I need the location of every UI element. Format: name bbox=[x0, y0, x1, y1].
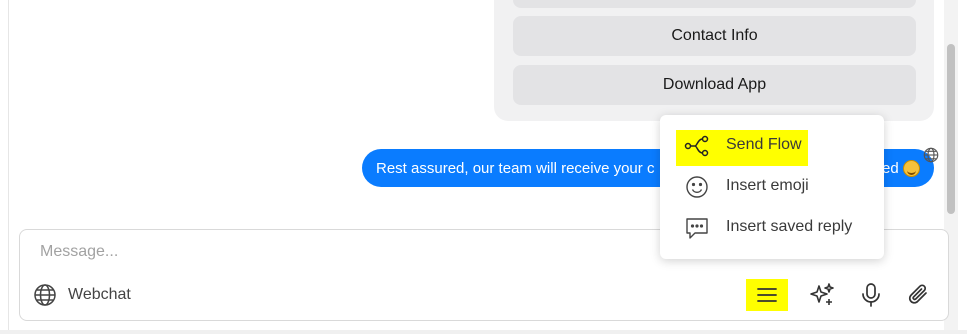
quick-reply-button[interactable] bbox=[513, 0, 916, 8]
message-channel-globe-icon bbox=[923, 147, 939, 163]
flow-icon bbox=[684, 135, 709, 157]
chat-scrollbar-thumb[interactable] bbox=[947, 44, 955, 214]
menu-item-label: Insert emoji bbox=[726, 177, 809, 194]
menu-item-insert-saved-reply[interactable]: Insert saved reply bbox=[660, 209, 884, 245]
quick-reply-contact-info[interactable]: Contact Info bbox=[513, 16, 916, 56]
outgoing-message-text: Rest assured, our team will receive your… bbox=[376, 159, 655, 177]
microphone-icon bbox=[862, 283, 880, 307]
bottom-divider bbox=[0, 330, 967, 334]
menu-button[interactable] bbox=[746, 279, 788, 311]
menu-item-label: Send Flow bbox=[726, 136, 802, 153]
paperclip-icon bbox=[908, 284, 927, 304]
quick-reply-download-app[interactable]: Download App bbox=[513, 65, 916, 105]
hamburger-icon bbox=[757, 288, 777, 302]
voice-message-button[interactable] bbox=[857, 281, 885, 309]
attach-file-button[interactable] bbox=[905, 281, 933, 309]
saved-reply-icon bbox=[686, 218, 708, 239]
panel-left-border bbox=[8, 0, 9, 334]
channel-label[interactable]: Webchat bbox=[68, 286, 131, 304]
globe-icon[interactable] bbox=[33, 283, 57, 307]
smiley-icon bbox=[686, 176, 708, 198]
smiling-face-emoji-icon bbox=[902, 159, 920, 177]
menu-item-send-flow[interactable]: Send Flow bbox=[660, 127, 884, 163]
sparkles-icon bbox=[810, 283, 834, 305]
ai-assist-button[interactable] bbox=[808, 281, 836, 309]
outgoing-message-text-end: ed bbox=[882, 159, 899, 177]
message-input[interactable] bbox=[40, 240, 640, 264]
menu-item-insert-emoji[interactable]: Insert emoji bbox=[660, 168, 884, 204]
menu-item-label: Insert saved reply bbox=[726, 218, 853, 235]
